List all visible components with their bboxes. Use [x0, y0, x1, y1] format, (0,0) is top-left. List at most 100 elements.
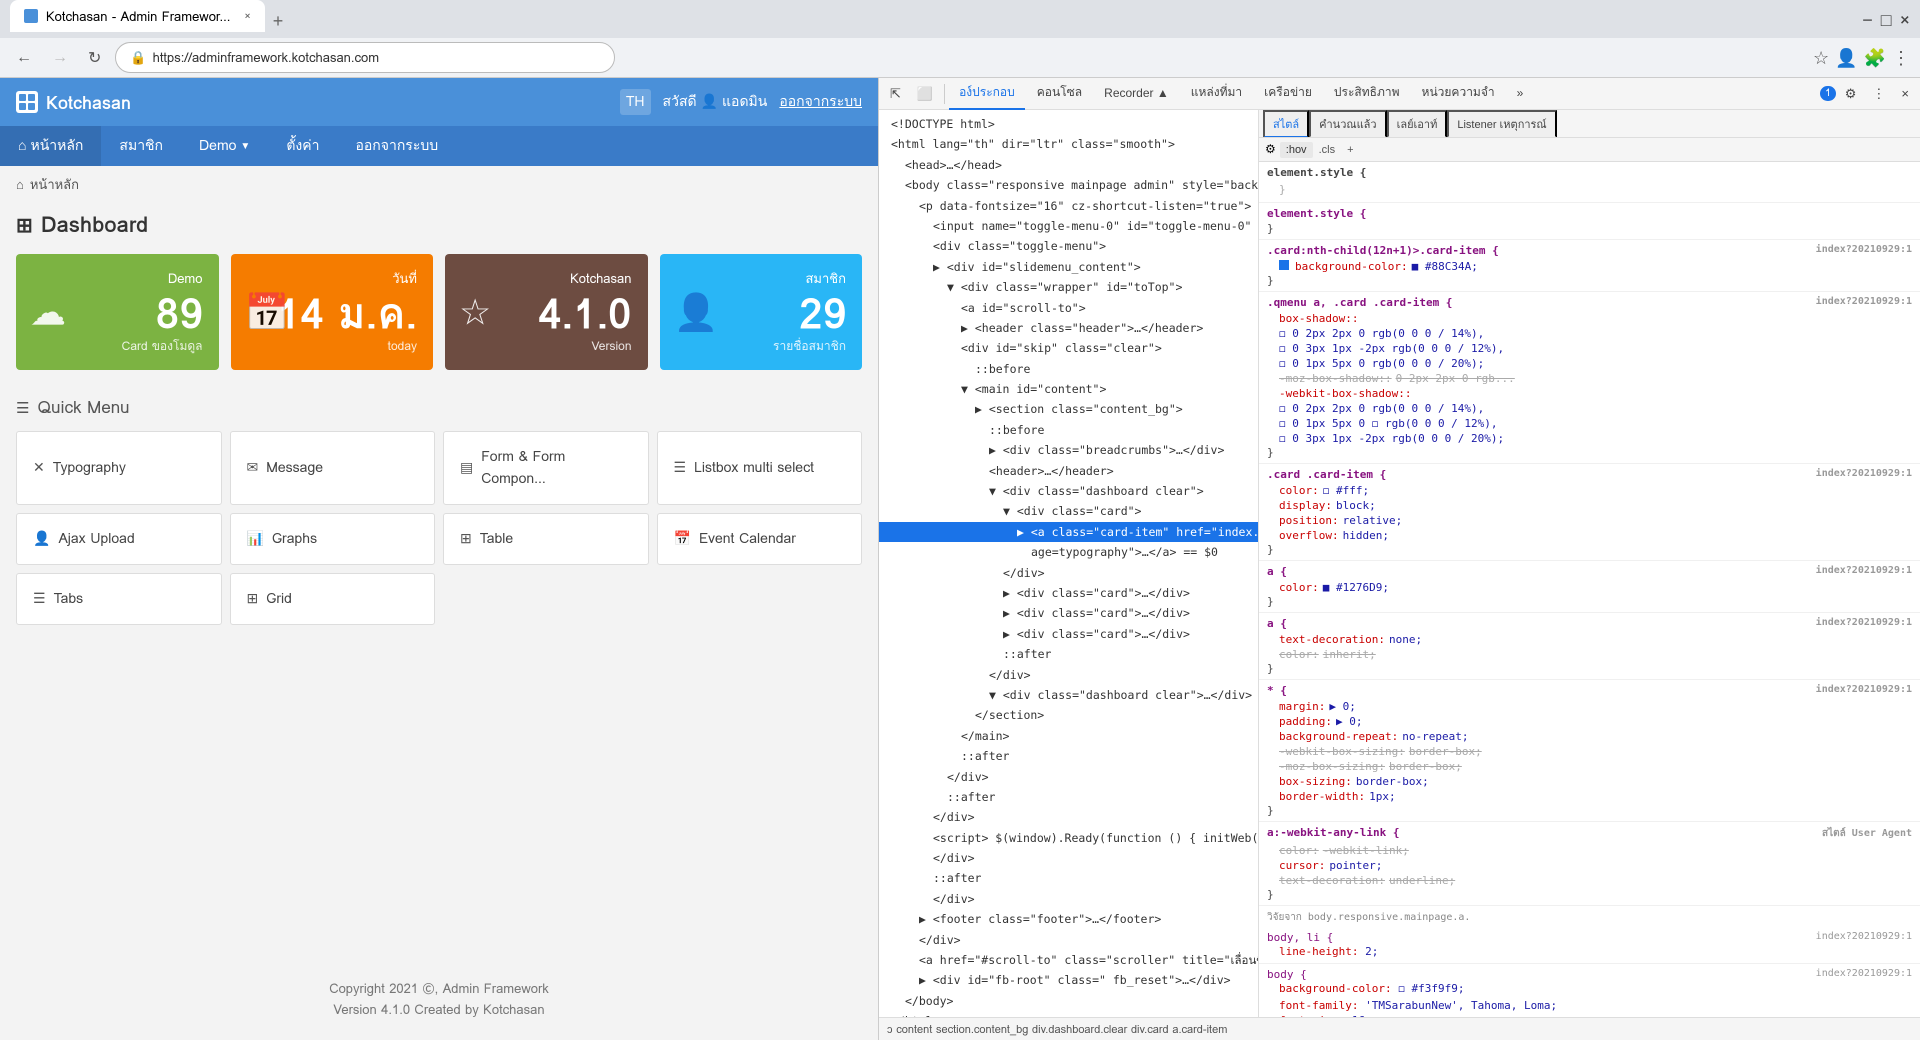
dom-line[interactable]: <div class="toggle-menu"> — [879, 236, 1258, 256]
dom-line[interactable]: ::before — [879, 420, 1258, 440]
forward-button[interactable]: → — [46, 47, 74, 69]
bookmark-icon[interactable]: ☆ — [1813, 43, 1829, 72]
dom-line[interactable]: <body class="responsive mainpage admin" … — [879, 175, 1258, 195]
menu-item-listbox[interactable]: ☰ Listbox multi select — [657, 431, 863, 505]
dom-line[interactable]: ▼ <div class="card"> — [879, 501, 1258, 521]
dt-tab-memory[interactable]: หน่วยความจำ — [1412, 78, 1505, 110]
dom-line[interactable]: </main> — [879, 726, 1258, 746]
devtools-settings-button[interactable]: ⚙ — [1838, 83, 1864, 105]
dom-line[interactable]: <a href="#scroll-to" class="scroller" ti… — [879, 950, 1258, 970]
menu-item-tabs[interactable]: ☰ Tabs — [16, 573, 222, 625]
dom-line[interactable]: <p data-fontsize="16" cz-shortcut-listen… — [879, 196, 1258, 216]
extension-icon[interactable]: 🧩 — [1864, 43, 1886, 72]
profile-icon[interactable]: 👤 — [1835, 43, 1857, 72]
dom-line[interactable]: ▶ <header class="header">…</header> — [879, 318, 1258, 338]
close-button[interactable]: × — [1900, 5, 1910, 34]
new-tab-button[interactable]: + — [265, 11, 292, 32]
nav-item-home[interactable]: ⌂ หน้าหลัก — [0, 126, 101, 166]
menu-item-graphs[interactable]: 📊 Graphs — [230, 513, 436, 565]
refresh-button[interactable]: ↻ — [82, 46, 107, 70]
menu-item-typography[interactable]: ✕ Typography — [16, 431, 222, 505]
menu-item-event-calendar[interactable]: 📅 Event Calendar — [657, 513, 863, 565]
dom-line[interactable]: ▶ <div id="fb-root" class=" fb_reset">…<… — [879, 970, 1258, 990]
logout-button[interactable]: ออกจากระบบ — [779, 91, 862, 113]
nav-item-logout[interactable]: ออกจากระบบ — [337, 126, 456, 166]
dom-line[interactable]: ::before — [879, 359, 1258, 379]
dom-line[interactable]: <input name="toggle-menu-0" id="toggle-m… — [879, 216, 1258, 236]
dt-tab-more[interactable]: » — [1507, 78, 1534, 110]
dom-line[interactable]: </div> — [879, 563, 1258, 583]
dt-tab-recorder[interactable]: Recorder ▲ — [1094, 78, 1179, 110]
dom-line[interactable]: ::after — [879, 868, 1258, 888]
dom-line[interactable]: ::after — [879, 787, 1258, 807]
dom-line[interactable]: ::after — [879, 746, 1258, 766]
dom-line[interactable]: </section> — [879, 705, 1258, 725]
dom-line[interactable]: <script> $(window).Ready(function () { i… — [879, 828, 1258, 848]
dom-line[interactable]: ▶ <footer class="footer">…</footer> — [879, 909, 1258, 929]
dom-line[interactable]: </div> — [879, 848, 1258, 868]
dom-line[interactable]: ▼ <div class="dashboard clear"> — [879, 481, 1258, 501]
dom-line[interactable]: ▶ <div class="card">…</div> — [879, 583, 1258, 603]
nav-item-settings[interactable]: ตั้งค่า — [268, 126, 337, 166]
nav-item-demo[interactable]: Demo ▼ — [181, 126, 268, 166]
dom-line[interactable]: ▼ <main id="content"> — [879, 379, 1258, 399]
dom-line[interactable]: ▶ <div id="slidemenu_content"> — [879, 257, 1258, 277]
filter-tab-cls[interactable]: .cls — [1313, 142, 1342, 158]
menu-item-message[interactable]: ✉ Message — [230, 431, 436, 505]
browser-toolbar: ← → ↻ 🔒 https://adminframework.kotchasan… — [0, 38, 1920, 78]
panel-tab-layout[interactable]: เลย์เอาท์ — [1387, 110, 1448, 138]
panel-tab-styles[interactable]: สไตล์ — [1263, 110, 1309, 138]
dom-line[interactable]: <div id="skip" class="clear"> — [879, 338, 1258, 358]
dom-line[interactable]: </div> — [879, 665, 1258, 685]
computed-prop: line-height: 2; — [1267, 944, 1912, 959]
menu-item-table[interactable]: ⊞ Table — [443, 513, 649, 565]
filter-tabs: :hov .cls + — [1280, 142, 1360, 158]
dom-line[interactable]: </div> — [879, 807, 1258, 827]
dom-line[interactable]: age=typography">…</a> == $0 — [879, 542, 1258, 562]
menu-item-ajax-upload[interactable]: 👤 Ajax Upload — [16, 513, 222, 565]
dom-line[interactable]: ▶ <div class="card">…</div> — [879, 624, 1258, 644]
menu-item-form[interactable]: ▤ Form & Form Compon... — [443, 431, 649, 505]
menu-item-grid[interactable]: ⊞ Grid — [230, 573, 436, 625]
panel-tab-computed[interactable]: คำนวณแล้ว — [1309, 110, 1386, 138]
menu-icon[interactable]: ⋮ — [1892, 43, 1910, 72]
dom-line[interactable]: ▼ <div class="dashboard clear">…</div> — [879, 685, 1258, 705]
filter-tab-add[interactable]: + — [1341, 142, 1359, 158]
filter-tab-hov[interactable]: :hov — [1280, 142, 1313, 158]
language-selector[interactable]: TH — [620, 89, 651, 115]
minimize-button[interactable]: − — [1862, 5, 1873, 34]
dom-line[interactable]: ▶ <div class="card">…</div> — [879, 603, 1258, 623]
dom-line[interactable]: ▶ <section class="content_bg"> — [879, 399, 1258, 419]
devtools-close-button[interactable]: × — [1894, 83, 1916, 104]
dom-line[interactable]: <!DOCTYPE html> — [879, 114, 1258, 134]
dt-tab-performance[interactable]: ประสิทธิภาพ — [1324, 78, 1410, 110]
dt-tab-console[interactable]: คอนโซล — [1027, 78, 1092, 110]
dom-line[interactable]: </div> — [879, 930, 1258, 950]
dom-line[interactable]: </div> — [879, 767, 1258, 787]
panel-tab-listener[interactable]: Listener เหตุการณ์ — [1447, 110, 1556, 138]
dom-line[interactable]: <a id="scroll-to"> — [879, 298, 1258, 318]
dom-line[interactable]: ▶ <a class="card-item" href="index.php?m… — [879, 522, 1258, 542]
nav-item-members[interactable]: สมาชิก — [101, 126, 181, 166]
dt-tab-elements[interactable]: อง์ประกอบ — [949, 78, 1025, 110]
devtools-inspect-button[interactable]: ⇱ — [883, 83, 908, 105]
dom-line[interactable]: <head>…</head> — [879, 155, 1258, 175]
address-bar[interactable]: 🔒 https://adminframework.kotchasan.com — [115, 42, 615, 73]
dom-line[interactable]: <header>…</header> — [879, 461, 1258, 481]
dom-line[interactable]: ::after — [879, 644, 1258, 664]
dt-tab-sources[interactable]: แหล่งที่มา — [1181, 78, 1252, 110]
devtools-more-button[interactable]: ⋮ — [1865, 83, 1892, 105]
dom-line[interactable]: <html lang="th" dir="ltr" class="smooth"… — [879, 134, 1258, 154]
dt-tab-network[interactable]: เครือข่าย — [1254, 78, 1322, 110]
maximize-button[interactable]: □ — [1881, 5, 1892, 34]
menu-item-label-tabs: Tabs — [54, 588, 84, 610]
active-tab[interactable]: Kotchasan - Admin Framewor... × — [10, 0, 265, 32]
dom-line[interactable]: ▼ <div class="wrapper" id="toTop"> — [879, 277, 1258, 297]
back-button[interactable]: ← — [10, 47, 38, 69]
dom-line[interactable]: </div> — [879, 889, 1258, 909]
dom-line[interactable]: </body> — [879, 991, 1258, 1011]
styles-filter: ⚙ :hov .cls + — [1259, 138, 1920, 162]
dom-line[interactable]: ▶ <div class="breadcrumbs">…</div> — [879, 440, 1258, 460]
tab-close-button[interactable]: × — [244, 7, 250, 25]
devtools-device-button[interactable]: ⬜ — [910, 83, 940, 105]
